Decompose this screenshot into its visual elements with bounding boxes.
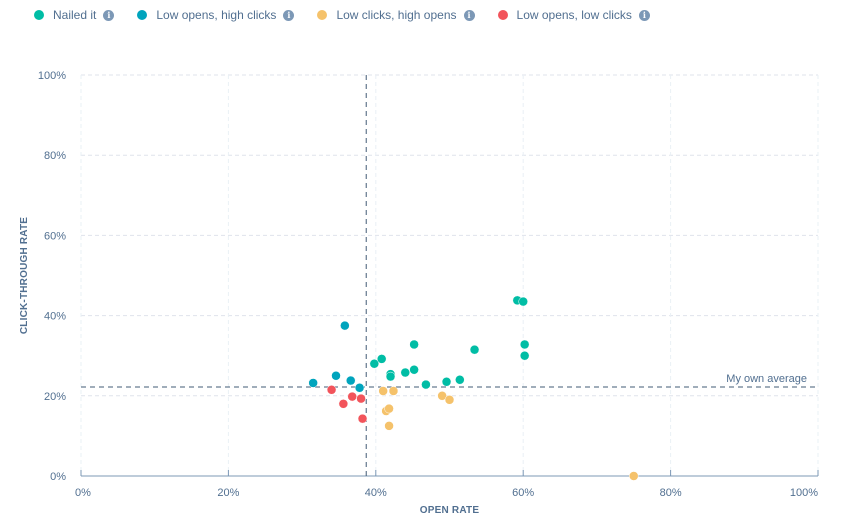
data-point[interactable] xyxy=(385,371,396,382)
data-point[interactable] xyxy=(518,296,528,307)
x-tick-label: 40% xyxy=(365,487,387,499)
data-point[interactable] xyxy=(357,413,368,424)
y-tick-label: 80% xyxy=(44,150,66,162)
x-tick-label: 20% xyxy=(217,487,239,499)
y-tick-label: 60% xyxy=(44,230,66,242)
data-point[interactable] xyxy=(340,320,350,331)
y-tick-label: 0% xyxy=(50,471,66,483)
data-point[interactable] xyxy=(384,403,394,414)
x-tick-label: 60% xyxy=(512,487,534,499)
data-point[interactable] xyxy=(384,421,394,431)
data-point[interactable] xyxy=(345,375,356,386)
data-point[interactable] xyxy=(308,378,318,388)
y-tick-label: 40% xyxy=(44,311,66,323)
data-point[interactable] xyxy=(409,339,419,350)
data-point[interactable] xyxy=(347,391,357,402)
data-point[interactable] xyxy=(421,379,431,390)
data-point[interactable] xyxy=(444,395,455,405)
data-point[interactable] xyxy=(356,393,366,404)
data-point[interactable] xyxy=(519,350,530,361)
data-point[interactable] xyxy=(519,339,530,350)
data-point[interactable] xyxy=(354,383,365,393)
data-point[interactable] xyxy=(331,371,341,381)
data-point[interactable] xyxy=(455,375,465,385)
data-point[interactable] xyxy=(629,471,639,481)
data-point[interactable] xyxy=(400,367,411,378)
y-tick-label: 20% xyxy=(44,391,66,403)
data-point[interactable] xyxy=(326,385,337,395)
data-point[interactable] xyxy=(388,386,399,396)
y-axis-title: CLICK-THROUGH RATE xyxy=(19,217,30,334)
data-point[interactable] xyxy=(338,399,349,409)
y-tick-label: 100% xyxy=(38,70,66,82)
x-axis-title: OPEN RATE xyxy=(420,505,480,516)
data-point[interactable] xyxy=(409,364,419,375)
data-point[interactable] xyxy=(441,377,452,387)
x-tick-label: 100% xyxy=(790,487,818,499)
scatter-chart: My own average 0% 20% 40% 60% 80% 100% 0% 20% 40… xyxy=(19,70,819,516)
data-points xyxy=(308,295,639,481)
x-tick-label: 0% xyxy=(75,487,91,499)
data-point[interactable] xyxy=(469,344,480,355)
axes xyxy=(80,470,819,477)
x-tick-label: 80% xyxy=(660,487,682,499)
data-point[interactable] xyxy=(378,386,388,396)
reference-lines: My own average xyxy=(81,75,818,476)
average-line-label: My own average xyxy=(726,373,807,385)
data-point[interactable] xyxy=(376,354,387,364)
grid-lines xyxy=(80,74,819,476)
axis-labels: 0% 20% 40% 60% 80% 100% 0% 20% 40% 60% 80% 100% OPEN… xyxy=(19,70,818,516)
